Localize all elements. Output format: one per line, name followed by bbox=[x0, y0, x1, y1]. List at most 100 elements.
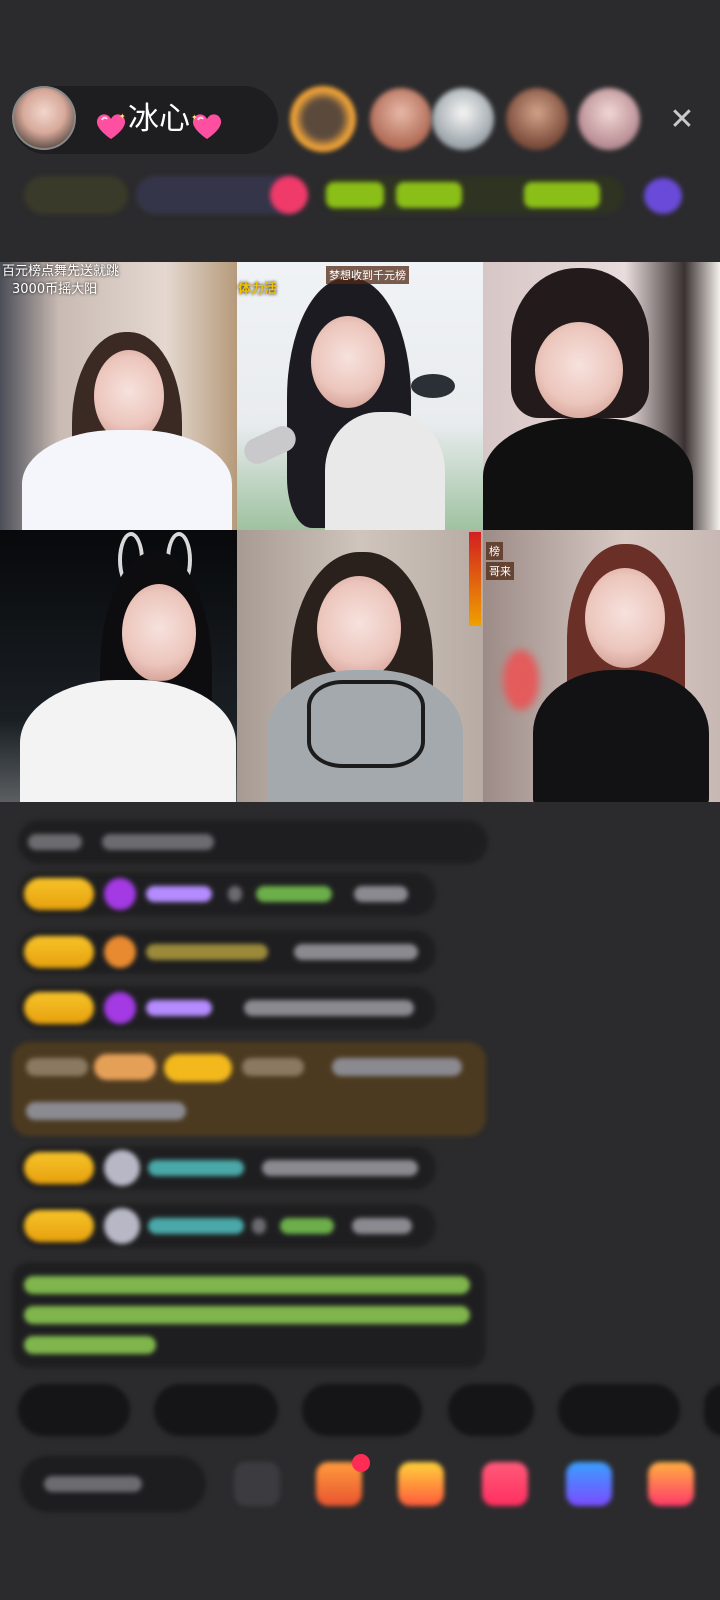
performer-face bbox=[535, 322, 623, 418]
chat-text bbox=[102, 834, 214, 850]
chat-text bbox=[294, 944, 418, 960]
gift-icon[interactable] bbox=[648, 1462, 694, 1506]
svg-text:✦: ✦ bbox=[191, 113, 198, 122]
user-avatar-icon bbox=[104, 1208, 140, 1244]
performer-body bbox=[325, 412, 445, 530]
chat-text bbox=[352, 1218, 412, 1234]
stool bbox=[411, 374, 455, 398]
performer-face bbox=[317, 576, 401, 680]
gift-strip bbox=[469, 532, 481, 626]
performer-face bbox=[94, 350, 164, 442]
performer-body bbox=[22, 430, 232, 530]
chat-text bbox=[24, 1276, 470, 1294]
video-cam-4[interactable] bbox=[0, 530, 237, 802]
chat-message bbox=[18, 1204, 436, 1248]
chat-text bbox=[24, 1306, 470, 1324]
chat-username bbox=[146, 944, 268, 960]
chat-text bbox=[332, 1058, 462, 1076]
sparkling-heart-icon: ✦ bbox=[94, 106, 128, 139]
chat-username bbox=[280, 1218, 334, 1234]
host-avatar[interactable] bbox=[12, 86, 76, 150]
host-name-text: 冰心 bbox=[128, 101, 190, 137]
purple-heart-icon bbox=[104, 992, 136, 1024]
game-icon[interactable] bbox=[566, 1462, 612, 1506]
chat-message bbox=[18, 872, 436, 916]
performer-body bbox=[533, 670, 709, 802]
fan-club-icon[interactable] bbox=[482, 1462, 528, 1506]
chat-text bbox=[28, 834, 82, 850]
top-viewer-avatar[interactable] bbox=[506, 88, 568, 150]
top-viewer-avatar[interactable] bbox=[370, 88, 432, 150]
top-viewer-avatar[interactable] bbox=[578, 88, 640, 150]
purple-heart-icon bbox=[104, 878, 136, 910]
user-level-badge bbox=[24, 1210, 94, 1242]
rank-chip-badge bbox=[396, 182, 462, 208]
video-cam-6[interactable] bbox=[483, 530, 720, 802]
quick-reply-chip[interactable] bbox=[558, 1384, 680, 1436]
emoji-icon[interactable] bbox=[234, 1462, 280, 1506]
top-viewer-avatar[interactable] bbox=[290, 86, 356, 152]
cam-caption: 3000币摇大阳 bbox=[12, 282, 98, 297]
comment-input[interactable] bbox=[20, 1456, 206, 1512]
chat-username bbox=[146, 1000, 212, 1016]
performer-face bbox=[311, 316, 385, 408]
cam-label: 体力活 bbox=[238, 282, 278, 297]
user-level-badge bbox=[24, 878, 94, 910]
user-level-badge bbox=[164, 1054, 232, 1082]
video-cam-2[interactable] bbox=[237, 262, 483, 530]
sparkling-heart-icon: ✦ bbox=[190, 106, 224, 139]
chat-text bbox=[252, 1218, 266, 1234]
video-cam-3[interactable] bbox=[483, 262, 720, 530]
quick-reply-chip[interactable] bbox=[18, 1384, 130, 1436]
chat-username bbox=[256, 886, 332, 902]
cam-tag: 梦想收到千元榜 bbox=[326, 266, 409, 284]
chat-text bbox=[26, 1102, 186, 1120]
chat-announcement bbox=[12, 1262, 486, 1368]
chat-username bbox=[148, 1160, 244, 1176]
quick-reply-chip[interactable] bbox=[704, 1384, 720, 1436]
chat-text bbox=[244, 1000, 414, 1016]
status-chip[interactable] bbox=[24, 176, 128, 214]
quick-reply-chip[interactable] bbox=[302, 1384, 422, 1436]
close-icon[interactable]: ✕ bbox=[666, 104, 698, 136]
video-cam-1[interactable] bbox=[0, 262, 237, 530]
performer-body bbox=[20, 680, 236, 802]
performer-face bbox=[122, 584, 196, 682]
host-name[interactable]: ✦ 冰心 ✦ bbox=[94, 94, 224, 144]
chat-text bbox=[262, 1160, 418, 1176]
quick-reply-chip[interactable] bbox=[448, 1384, 534, 1436]
vip-badge bbox=[94, 1054, 156, 1080]
status-icon[interactable] bbox=[644, 178, 682, 214]
rank-chip-badge bbox=[326, 182, 384, 208]
cam-tag: 哥来 bbox=[486, 562, 514, 580]
notification-dot bbox=[352, 1454, 370, 1472]
chat-username bbox=[146, 886, 212, 902]
chat-text bbox=[228, 886, 242, 902]
chat-message bbox=[18, 986, 436, 1030]
chat-notice bbox=[18, 820, 488, 864]
comment-placeholder bbox=[44, 1476, 142, 1492]
chat-text bbox=[24, 1336, 156, 1354]
status-icon[interactable] bbox=[270, 176, 308, 214]
video-cam-5[interactable] bbox=[237, 530, 483, 802]
chat-gift-message bbox=[12, 1042, 486, 1136]
user-level-badge bbox=[24, 1152, 94, 1184]
quick-reply-chip[interactable] bbox=[154, 1384, 278, 1436]
performer-body bbox=[483, 418, 693, 530]
chat-username bbox=[148, 1218, 244, 1234]
chat-text bbox=[26, 1058, 88, 1076]
dress-lace-trim bbox=[307, 680, 425, 768]
user-level-badge bbox=[24, 936, 94, 968]
red-lamp bbox=[503, 650, 539, 710]
top-viewer-avatar[interactable] bbox=[432, 88, 494, 150]
user-avatar-icon bbox=[104, 1150, 140, 1186]
chat-message bbox=[18, 930, 436, 974]
chat-message bbox=[18, 1146, 436, 1190]
orange-badge-icon bbox=[104, 936, 136, 968]
chat-username bbox=[242, 1058, 304, 1076]
performer-face bbox=[585, 568, 665, 668]
rank-chip-badge bbox=[524, 182, 600, 208]
cam-tag: 榜 bbox=[486, 542, 503, 560]
cam-caption: 百元榜点舞先送就跳 bbox=[2, 264, 120, 279]
red-envelope-icon[interactable] bbox=[398, 1462, 444, 1506]
